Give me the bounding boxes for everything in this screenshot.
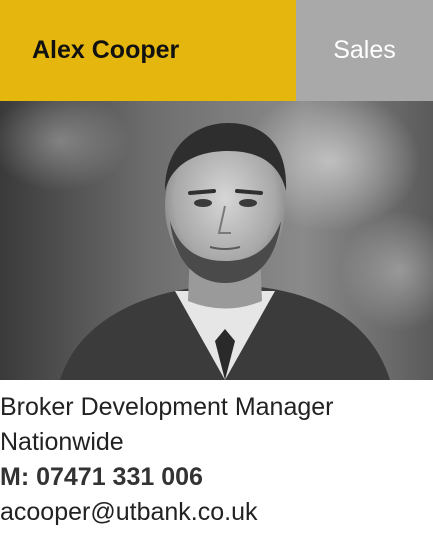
person-name: Alex Cooper bbox=[32, 36, 180, 64]
department-tag: Sales bbox=[296, 0, 433, 101]
profile-photo bbox=[0, 101, 433, 380]
card-header: Alex Cooper Sales bbox=[0, 0, 433, 101]
email-link[interactable]: acooper@utbank.co.uk bbox=[0, 495, 433, 530]
region: Nationwide bbox=[0, 428, 124, 456]
name-banner: Alex Cooper bbox=[0, 0, 296, 101]
profile-card: Alex Cooper Sales Broker Development Man… bbox=[0, 0, 433, 535]
contact-details: Broker Development Manager Nationwide M:… bbox=[0, 390, 433, 530]
job-title: Broker Development Manager bbox=[0, 393, 334, 421]
mobile-number[interactable]: M: 07471 331 006 bbox=[0, 460, 433, 495]
department-label: Sales bbox=[333, 36, 396, 64]
